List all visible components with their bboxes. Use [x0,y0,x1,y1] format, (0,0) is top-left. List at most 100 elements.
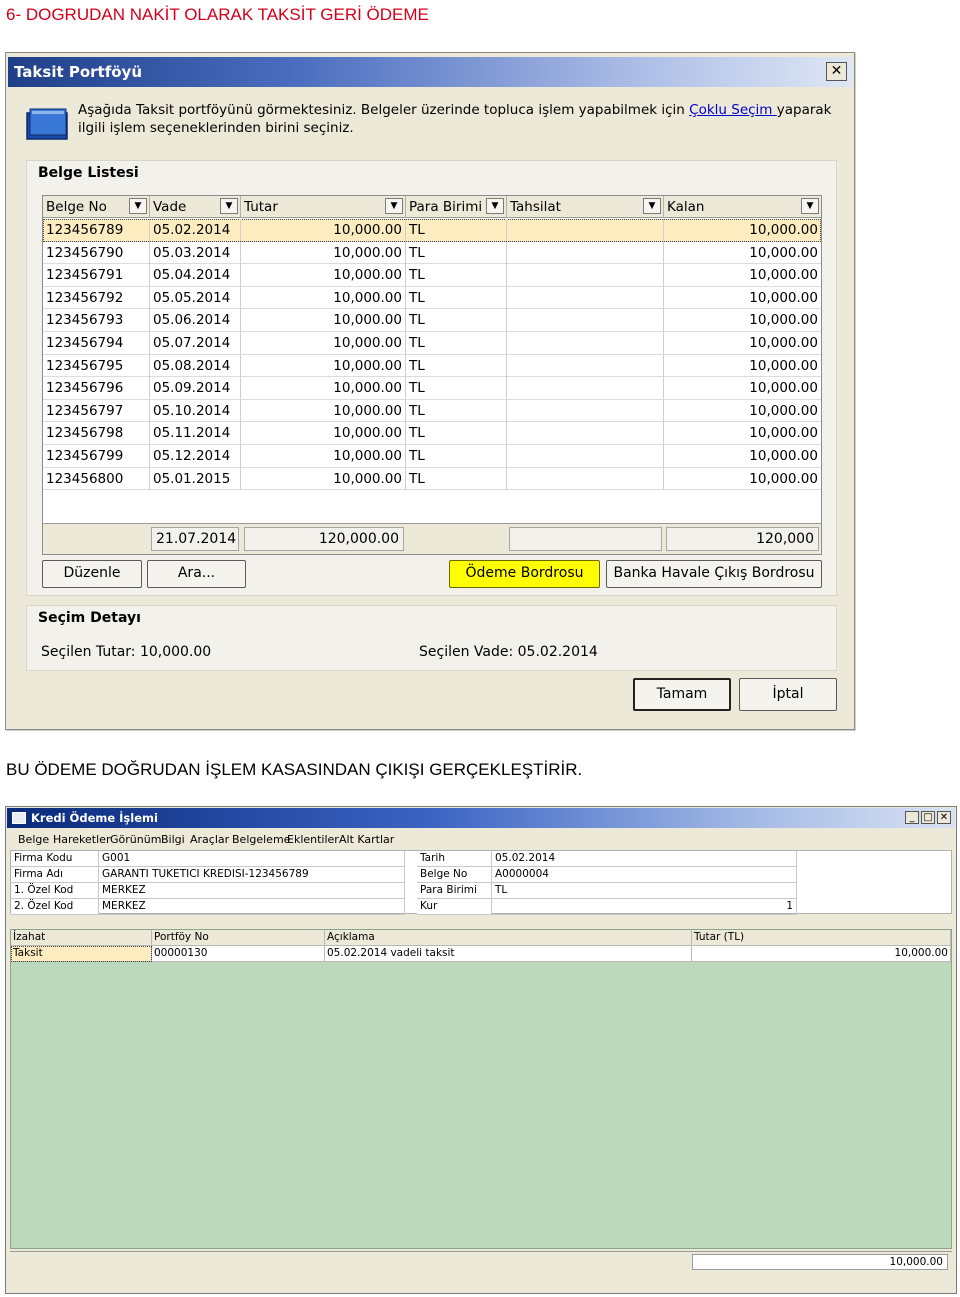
kalan-cell[interactable]: 10,000.00 [664,445,821,467]
tutar-cell[interactable]: 10,000.00 [241,264,406,287]
chevron-down-icon[interactable]: ▼ [129,198,147,214]
table-row[interactable]: 123456789 05.02.2014 10,000.00 TL 10,000.00 [43,219,821,242]
kalan-cell[interactable]: 10,000.00 [664,309,821,331]
maximize-icon[interactable]: □ [921,811,935,824]
chevron-down-icon[interactable]: ▼ [220,198,238,214]
kalan-cell[interactable]: 10,000.00 [664,400,821,422]
column-header-tutar[interactable]: Tutar ▼ [241,196,406,218]
chevron-down-icon[interactable]: ▼ [801,198,819,214]
vade-cell[interactable]: 05.10.2014 [150,399,241,422]
table-row[interactable]: 123456797 05.10.2014 10,000.00 TL 10,000.00 [43,399,821,423]
belge-no-cell[interactable]: 123456793 [43,309,150,332]
tahsilat-cell[interactable] [507,241,664,264]
para-birimi-cell[interactable]: TL [406,286,507,309]
tahsilat-cell[interactable] [507,332,664,354]
column-header-kalan[interactable]: Kalan ▼ [664,196,821,218]
tarih-field[interactable]: 05.02.2014 [492,851,797,867]
column-header-tahsilat[interactable]: Tahsilat ▼ [507,196,664,218]
column-header-portfoy-no[interactable]: Portföy No [152,930,325,946]
odeme-bordrosu-button[interactable]: Ödeme Bordrosu [449,560,600,588]
tahsilat-cell[interactable] [507,445,664,467]
para-birimi-cell[interactable]: TL [406,467,507,490]
menu-eklentiler[interactable]: Eklentiler [287,833,339,846]
table-row[interactable]: 123456795 05.08.2014 10,000.00 TL 10,000.00 [43,354,821,378]
tamam-button[interactable]: Tamam [633,678,731,711]
table-row[interactable]: 123456791 05.04.2014 10,000.00 TL 10,000.00 [43,264,821,287]
tutar-cell[interactable]: 10,000.00 [241,286,406,309]
menu-alt-kartlar[interactable]: Alt Kartlar [339,833,394,846]
vade-cell[interactable]: 05.07.2014 [150,332,241,354]
belge-no-cell[interactable]: 123456789 [43,219,150,241]
tutar-cell[interactable]: 10,000.00 [241,445,406,467]
column-header-tutar[interactable]: Tutar (TL) [692,930,951,946]
close-icon[interactable]: ✕ [937,811,951,824]
duzenle-button[interactable]: Düzenle [42,560,142,588]
belge-no-cell[interactable]: 123456798 [43,422,150,445]
table-row[interactable]: 123456793 05.06.2014 10,000.00 TL 10,000.00 [43,309,821,332]
tutar-cell[interactable]: 10,000.00 [241,399,406,422]
ara-button[interactable]: Ara... [147,560,246,588]
belge-no-cell[interactable]: 123456797 [43,399,150,422]
vade-cell[interactable]: 05.03.2014 [150,241,241,264]
vade-cell[interactable]: 05.08.2014 [150,354,241,377]
tutar-cell[interactable]: 10,000.00 [241,467,406,490]
firma-adi-field[interactable]: GARANTI TUKETICI KREDISI-123456789 [99,867,405,883]
kalan-cell[interactable]: 10,000.00 [664,242,821,264]
ozel-kod-1-field[interactable]: MERKEZ [99,883,405,899]
tahsilat-cell[interactable] [507,467,664,490]
column-header-aciklama[interactable]: Açıklama [325,930,692,946]
para-birimi-cell[interactable]: TL [406,309,507,332]
belge-grid[interactable]: Belge No ▼ Vade ▼ Tutar ▼ Para Birimi ▼ Tahs… [42,195,822,555]
izahat-cell[interactable]: Taksit [11,946,152,962]
para-birimi-cell[interactable]: TL [406,399,507,422]
belge-no-cell[interactable]: 123456795 [43,354,150,377]
para-birimi-cell[interactable]: TL [406,241,507,264]
kur-field[interactable]: 1 [492,899,797,915]
belge-no-cell[interactable]: 123456799 [43,445,150,467]
tahsilat-cell[interactable] [507,219,664,241]
banka-havale-cikis-bordrosu-button[interactable]: Banka Havale Çıkış Bordrosu [606,560,822,588]
odeme-lines-grid[interactable]: İzahat Portföy No Açıklama Tutar (TL) Ta… [10,929,952,1249]
tutar-cell[interactable]: 10,000.00 [241,241,406,264]
column-header-belge-no[interactable]: Belge No ▼ [43,196,150,218]
belge-no-cell[interactable]: 123456791 [43,264,150,287]
vade-cell[interactable]: 05.12.2014 [150,445,241,467]
menu-bilgi[interactable]: Bilgi [161,833,185,846]
vade-cell[interactable]: 05.09.2014 [150,377,241,400]
chevron-down-icon[interactable]: ▼ [385,198,403,214]
menu-belgeleme[interactable]: Belgeleme [232,833,290,846]
para-birimi-cell[interactable]: TL [406,264,507,287]
belge-no-field[interactable]: A0000004 [492,867,797,883]
tutar-cell[interactable]: 10,000.00 [241,377,406,400]
kalan-cell[interactable]: 10,000.00 [664,422,821,444]
vade-cell[interactable]: 05.04.2014 [150,264,241,287]
iptal-button[interactable]: İptal [739,678,837,711]
aciklama-cell[interactable]: 05.02.2014 vadeli taksit [325,946,692,962]
kalan-cell[interactable]: 10,000.00 [664,264,821,286]
para-birimi-cell[interactable]: TL [406,354,507,377]
vade-cell[interactable]: 05.01.2015 [150,467,241,490]
chevron-down-icon[interactable]: ▼ [643,198,661,214]
para-birimi-cell[interactable]: TL [406,219,507,241]
tahsilat-cell[interactable] [507,399,664,422]
menu-araclar[interactable]: Araçlar [190,833,229,846]
tutar-cell[interactable]: 10,000.00 [241,422,406,445]
belge-no-cell[interactable]: 123456800 [43,467,150,490]
kalan-cell[interactable]: 10,000.00 [664,219,821,241]
table-row[interactable]: 123456794 05.07.2014 10,000.00 TL 10,000.00 [43,332,821,355]
kalan-cell[interactable]: 10,000.00 [664,468,821,490]
tahsilat-cell[interactable] [507,377,664,400]
vade-cell[interactable]: 05.02.2014 [150,219,241,241]
tahsilat-cell[interactable] [507,354,664,377]
vade-cell[interactable]: 05.11.2014 [150,422,241,445]
tahsilat-cell[interactable] [507,422,664,445]
kalan-cell[interactable]: 10,000.00 [664,377,821,399]
tahsilat-cell[interactable] [507,309,664,332]
tahsilat-cell[interactable] [507,286,664,309]
tutar-cell[interactable]: 10,000.00 [241,354,406,377]
para-birimi-field[interactable]: TL [492,883,797,899]
para-birimi-cell[interactable]: TL [406,445,507,467]
tutar-cell[interactable]: 10,000.00 [241,309,406,332]
table-row[interactable]: 123456798 05.11.2014 10,000.00 TL 10,000.00 [43,422,821,445]
kalan-cell[interactable]: 10,000.00 [664,355,821,377]
